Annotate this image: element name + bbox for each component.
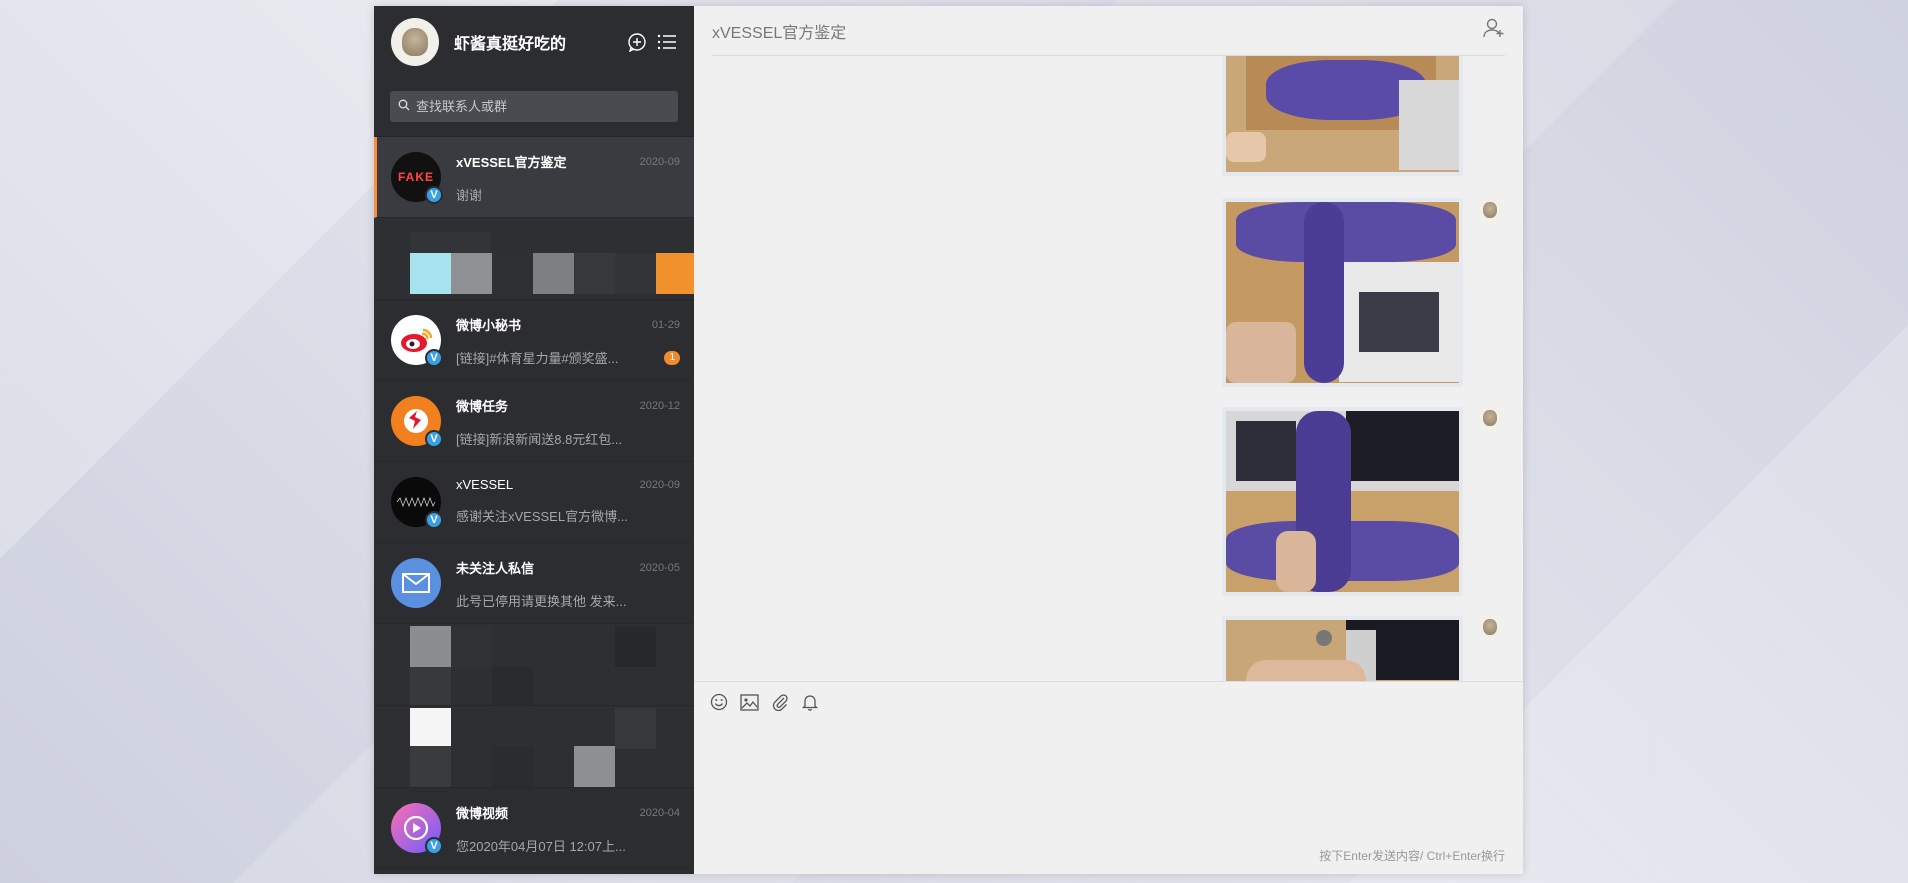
profile-header: 虾酱真挺好吃的: [374, 6, 694, 77]
search-box[interactable]: [390, 91, 678, 122]
image-icon[interactable]: [740, 693, 759, 711]
add-user-icon[interactable]: [1483, 18, 1505, 43]
conversation-name: 微博视频: [456, 806, 509, 821]
smiley-icon[interactable]: [710, 693, 728, 711]
conversation-time: 01-29: [651, 318, 680, 331]
conversation-name: xVESSEL: [456, 477, 514, 492]
image-message[interactable]: [1222, 616, 1463, 681]
message-avatar[interactable]: [1476, 613, 1504, 641]
mail-icon: [402, 573, 430, 593]
search-icon: [398, 99, 410, 114]
conversation-name: 微博小秘书: [456, 318, 522, 333]
redacted-conversation[interactable]: [374, 218, 694, 300]
conversation-time: 2020-05: [639, 561, 680, 574]
conversation-time: 2020-09: [639, 478, 680, 491]
composer-toolbar: [694, 681, 1523, 722]
message-avatar[interactable]: [1476, 404, 1504, 432]
contact-avatar: V: [391, 477, 443, 529]
search-input[interactable]: [414, 98, 658, 115]
contact-avatar: V: [391, 396, 443, 448]
conversation-item[interactable]: FAKE V xVESSEL官方鉴定 2020-09 谢谢: [374, 137, 694, 218]
my-avatar[interactable]: [391, 17, 439, 66]
verified-badge-icon: V: [425, 186, 443, 204]
conversation-item[interactable]: V 微博任务 2020-12 [链接]新浪新闻送8.8元红包...: [374, 381, 694, 462]
conversation-preview: 感谢关注xVESSEL官方微博...: [456, 509, 628, 524]
conversation-item[interactable]: V 微博小秘书 01-29 [链接]#体育星力量#颁奖盛... 1: [374, 300, 694, 381]
conversation-preview: [链接]新浪新闻送8.8元红包...: [456, 432, 623, 447]
image-message[interactable]: [1222, 198, 1463, 387]
conversation-item[interactable]: 未关注人私信 2020-05 此号已停用请更换其他 发来...: [374, 543, 694, 624]
verified-badge-icon: V: [425, 430, 443, 448]
bell-icon[interactable]: [801, 693, 819, 711]
message-avatar[interactable]: [1476, 196, 1504, 224]
contact-avatar: V: [391, 803, 443, 855]
verified-badge-icon: V: [425, 349, 443, 367]
conversation-name: xVESSEL官方鉴定: [456, 155, 567, 170]
verified-badge-icon: V: [425, 511, 443, 529]
messenger-window: 虾酱真挺好吃的 FAKE V: [374, 6, 1523, 874]
chat-plus-icon[interactable]: [627, 32, 647, 52]
list-menu-icon[interactable]: [657, 33, 677, 51]
chat-panel: xVESSEL官方鉴定 按下Enter发送内容/ Ctrl+Enter换行: [694, 6, 1523, 874]
chat-header: xVESSEL官方鉴定: [712, 6, 1505, 56]
video-play-icon: [403, 815, 429, 841]
conversation-name: 未关注人私信: [456, 561, 535, 576]
redacted-conversation[interactable]: [374, 624, 694, 706]
conversation-preview: 您2020年04月07日 12:07上...: [456, 839, 626, 854]
chat-title: xVESSEL官方鉴定: [712, 24, 847, 42]
contact-avatar: FAKE V: [391, 152, 443, 204]
message-list: [694, 56, 1523, 681]
conversation-name: 微博任务: [456, 399, 509, 414]
search-bar: [374, 77, 694, 137]
image-message[interactable]: [1222, 56, 1463, 176]
sidebar: 虾酱真挺好吃的 FAKE V: [374, 6, 694, 874]
conversation-item[interactable]: V xVESSEL 2020-09 感谢关注xVESSEL官方微博...: [374, 462, 694, 543]
profile-name: 虾酱真挺好吃的: [454, 35, 567, 53]
message-input-area: 按下Enter发送内容/ Ctrl+Enter换行: [694, 722, 1523, 874]
image-message[interactable]: [1222, 407, 1463, 596]
xvessel-logo-icon: [396, 497, 436, 507]
conversation-preview: 此号已停用请更换其他 发来...: [456, 594, 627, 609]
send-hint: 按下Enter发送内容/ Ctrl+Enter换行: [1319, 849, 1505, 863]
conversation-preview: [链接]#体育星力量#颁奖盛...: [456, 351, 619, 366]
conversation-time: 2020-04: [639, 806, 680, 819]
unread-badge: 1: [664, 350, 680, 365]
verified-badge-icon: V: [425, 837, 443, 855]
avatar-logo-text: FAKE: [397, 170, 434, 184]
conversation-time: 2020-09: [639, 155, 680, 168]
paperclip-icon[interactable]: [771, 693, 789, 711]
task-logo-icon: [404, 409, 428, 433]
conversation-item[interactable]: V 微博视频 2020-04 您2020年04月07日 12:07上...: [374, 788, 694, 869]
conversation-time: 2020-12: [639, 399, 680, 412]
conversation-preview: 谢谢: [456, 188, 483, 203]
redacted-conversation[interactable]: [374, 706, 694, 788]
contact-avatar: V: [391, 315, 443, 367]
contact-avatar: [391, 558, 441, 608]
